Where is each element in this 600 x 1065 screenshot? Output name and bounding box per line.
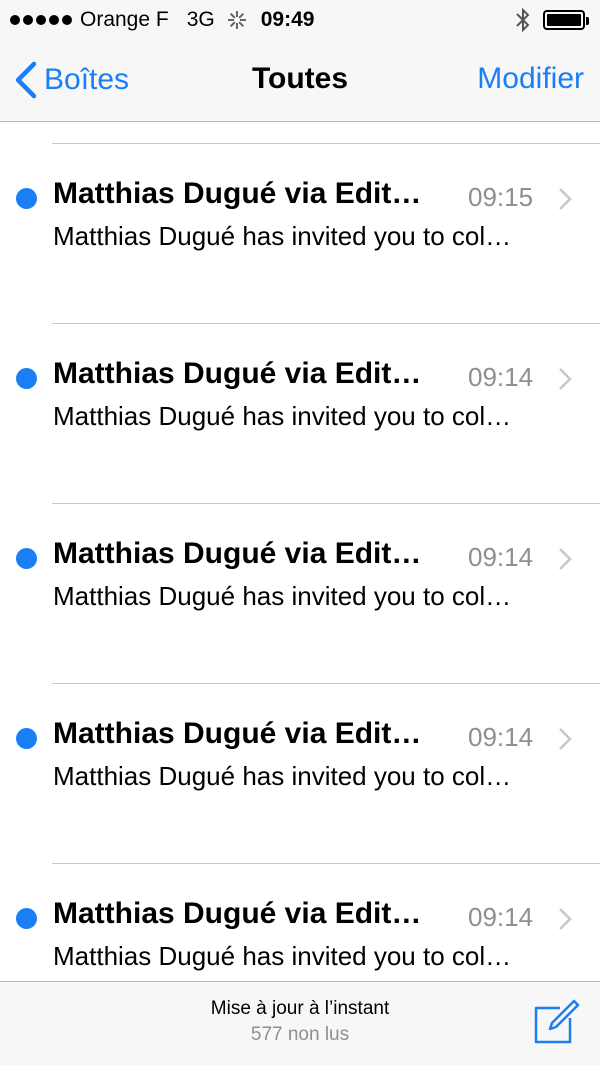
message-preview: Matthias Dugué has invited you to col… bbox=[53, 581, 512, 611]
message-sender: Matthias Dugué via Edit… bbox=[53, 537, 422, 570]
message-row[interactable]: Matthias Dugué via Edit… 09:14 Matthias … bbox=[0, 503, 600, 683]
unread-indicator bbox=[16, 188, 37, 209]
chevron-right-icon bbox=[559, 728, 572, 750]
message-sender: Matthias Dugué via Edit… bbox=[53, 897, 422, 930]
unread-count: 577 non lus bbox=[250, 1024, 350, 1045]
bluetooth-icon bbox=[516, 7, 530, 33]
list-divider bbox=[52, 323, 600, 324]
list-divider bbox=[52, 863, 600, 864]
chevron-right-icon bbox=[559, 908, 572, 930]
message-sender: Matthias Dugué via Edit… bbox=[53, 357, 422, 390]
unread-indicator bbox=[16, 548, 37, 569]
message-time: 09:14 bbox=[468, 542, 534, 572]
list-divider bbox=[52, 503, 600, 504]
activity-spinner-icon bbox=[227, 10, 247, 30]
carrier-name: Orange F bbox=[80, 8, 169, 31]
message-time: 09:14 bbox=[468, 902, 534, 932]
message-sender: Matthias Dugué via Edit… bbox=[53, 177, 422, 210]
navigation-bar: Boîtes Toutes Modifier bbox=[0, 40, 600, 122]
unread-indicator bbox=[16, 368, 37, 389]
message-row[interactable]: Matthias Dugué via Edit… 09:14 Matthias … bbox=[0, 683, 600, 863]
message-preview: Matthias Dugué has invited you to col… bbox=[53, 761, 512, 791]
message-time: 09:15 bbox=[468, 182, 534, 212]
battery-icon bbox=[543, 10, 589, 30]
message-list[interactable]: Matthias Dugué via Edit… 09:15 Matthias … bbox=[0, 123, 600, 981]
message-preview: Matthias Dugué has invited you to col… bbox=[53, 401, 512, 431]
signal-dots-icon bbox=[10, 15, 72, 25]
edit-button[interactable]: Modifier bbox=[477, 62, 584, 96]
message-time: 09:14 bbox=[468, 722, 534, 752]
message-time: 09:14 bbox=[468, 362, 534, 392]
status-time: 09:49 bbox=[260, 8, 315, 31]
message-row[interactable]: Matthias Dugué via Edit… 09:14 Matthias … bbox=[0, 323, 600, 503]
message-row[interactable]: Matthias Dugué via Edit… 09:15 Matthias … bbox=[0, 143, 600, 323]
message-preview: Matthias Dugué has invited you to col… bbox=[53, 221, 512, 251]
unread-indicator bbox=[16, 728, 37, 749]
update-status: Mise à jour à l’instant bbox=[210, 998, 390, 1019]
compose-icon[interactable] bbox=[530, 998, 580, 1046]
chevron-right-icon bbox=[559, 548, 572, 570]
message-row[interactable]: Matthias Dugué via Edit… 09:14 Matthias … bbox=[0, 863, 600, 981]
message-preview: Matthias Dugué has invited you to col… bbox=[53, 941, 512, 971]
chevron-right-icon bbox=[559, 188, 572, 210]
bottom-toolbar: Mise à jour à l’instant 577 non lus bbox=[0, 981, 600, 1065]
message-sender: Matthias Dugué via Edit… bbox=[53, 717, 422, 750]
status-bar: Orange F 3G 09:49 bbox=[0, 0, 600, 40]
unread-indicator bbox=[16, 908, 37, 929]
network-type: 3G bbox=[186, 8, 215, 31]
list-divider bbox=[52, 683, 600, 684]
chevron-right-icon bbox=[559, 368, 572, 390]
